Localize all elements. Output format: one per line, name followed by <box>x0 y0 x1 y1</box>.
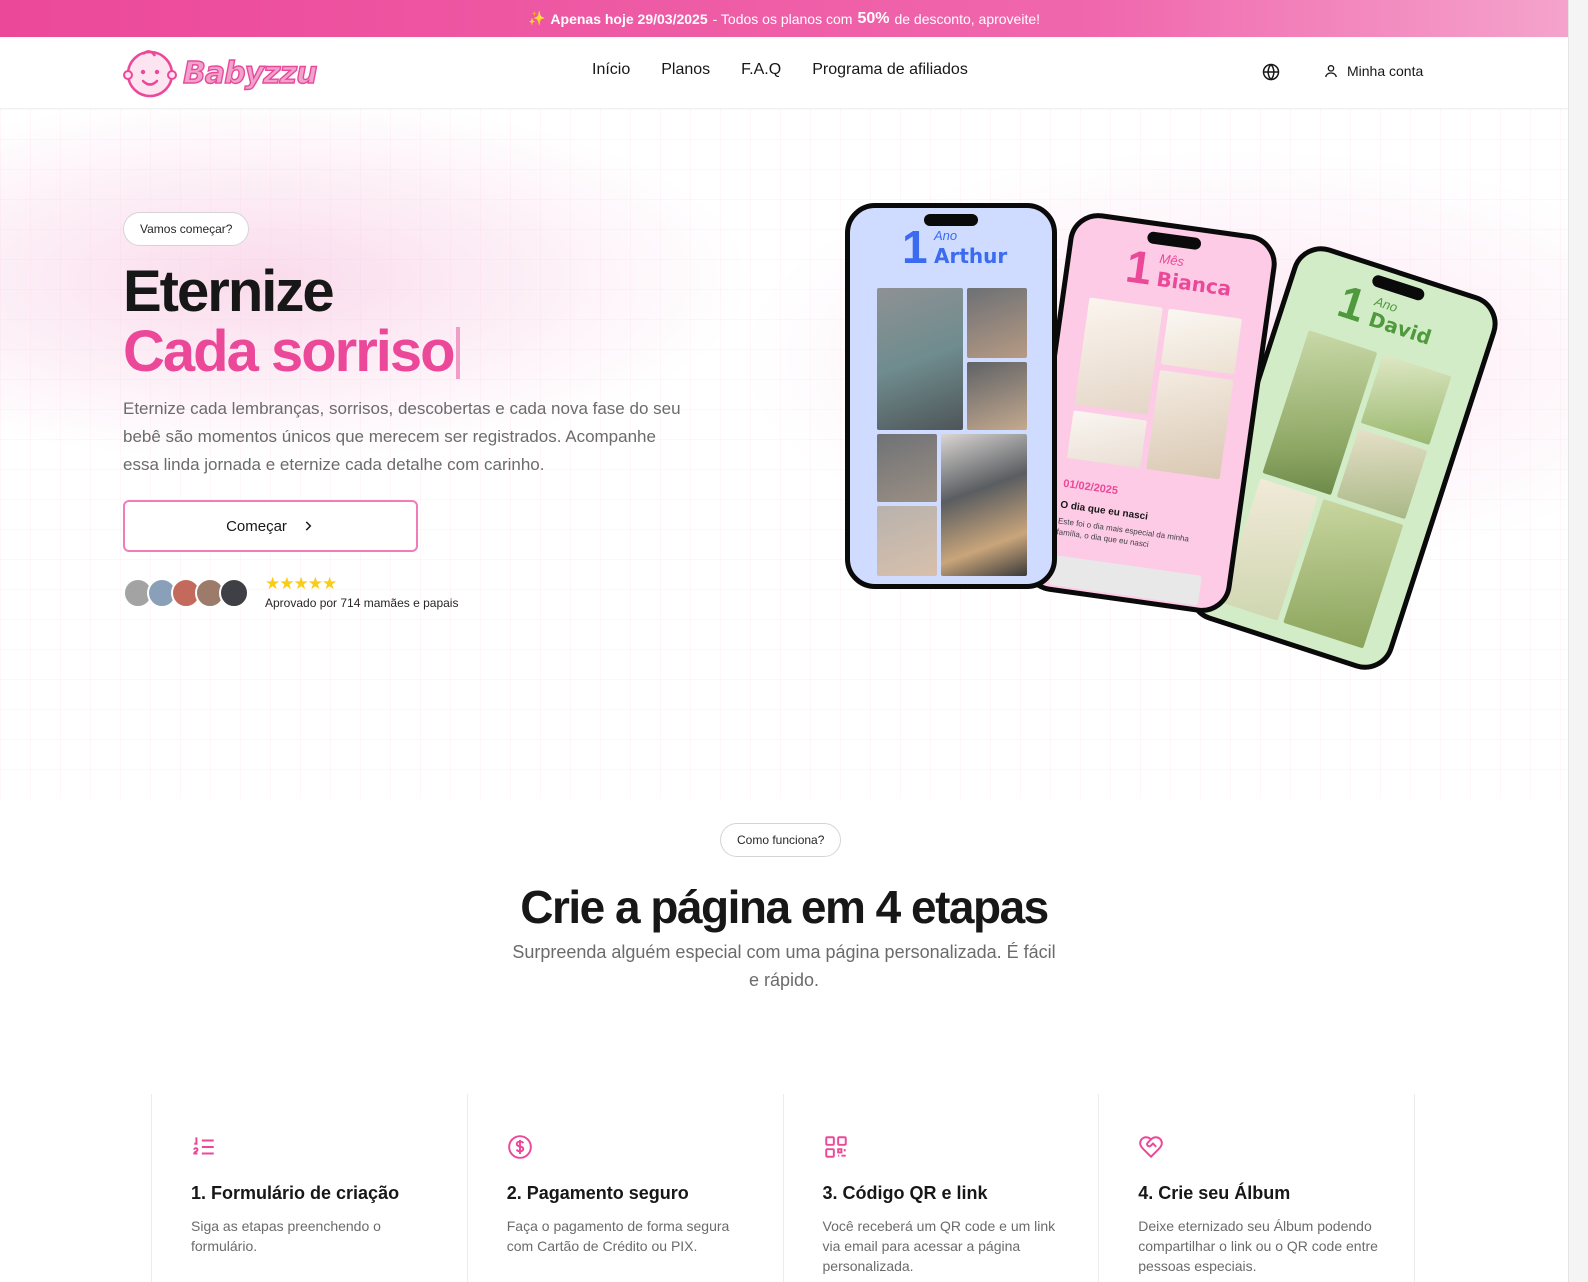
hero-title-line2: Cada sorriso <box>123 318 460 385</box>
how-title: Crie a página em 4 etapas <box>520 881 1049 933</box>
start-button-label: Começar <box>226 517 287 535</box>
promo-lead: Apenas hoje 29/03/2025 <box>550 10 708 27</box>
phone-name: Arthur <box>934 244 1008 268</box>
chevron-right-icon <box>305 521 312 531</box>
photo <box>941 434 1027 576</box>
nav-faq[interactable]: F.A.Q <box>741 61 781 79</box>
nav-inicio[interactable]: Início <box>592 61 630 79</box>
steps-grid: 1. Formulário de criação Siga as etapas … <box>151 1094 1415 1282</box>
step-card: 4. Crie seu Álbum Deixe eternizado seu Á… <box>1099 1094 1415 1282</box>
hero-title-line1: Eternize <box>123 259 335 324</box>
globe-icon[interactable] <box>1262 63 1280 81</box>
phone-name: David <box>1365 306 1435 350</box>
step-card: 1. Formulário de criação Siga as etapas … <box>152 1094 468 1282</box>
dollar-circle-icon <box>507 1135 532 1159</box>
nav-afiliados[interactable]: Programa de afiliados <box>812 61 968 79</box>
logo[interactable]: Babyzzu <box>123 48 318 98</box>
promo-discount: 50% <box>857 9 890 27</box>
qr-code-icon <box>824 1136 847 1158</box>
hero-description: Eternize cada lembranças, sorrisos, desc… <box>123 399 681 474</box>
step-text: Deixe eternizado seu Álbum podendo compa… <box>1138 1218 1378 1274</box>
start-button[interactable]: Começar <box>123 500 418 552</box>
list-ordered-icon <box>193 1137 214 1155</box>
main-nav: Início Planos F.A.Q Programa de afiliado… <box>592 61 968 79</box>
step-title: 4. Crie seu Álbum <box>1138 1183 1291 1203</box>
step-text: Siga as etapas preenchendo o formulário. <box>191 1218 381 1254</box>
typing-caret <box>455 327 460 379</box>
photo <box>1146 369 1234 480</box>
step-text: Faça o pagamento de forma segura com Car… <box>506 1218 730 1254</box>
phone-caption-text: Este foi o dia mais especial da minha fa… <box>1055 516 1190 550</box>
site-header: Babyzzu Início Planos F.A.Q Programa de … <box>0 37 1568 109</box>
photo <box>967 288 1027 358</box>
promo-banner: ✨ Apenas hoje 29/03/2025 - Todos os plan… <box>0 0 1568 37</box>
hero-title-text: Cada sorriso <box>123 319 456 384</box>
promo-text-after: de desconto, aproveite! <box>894 10 1041 27</box>
step-title: 3. Código QR e link <box>822 1183 988 1203</box>
photo <box>877 288 963 430</box>
step-card: 3. Código QR e link Você receberá um QR … <box>784 1094 1100 1282</box>
promo-text-before: - Todos os planos com <box>712 10 853 27</box>
avatar-group <box>123 578 249 608</box>
phone-date: 01/02/2025 <box>1062 477 1119 498</box>
photo <box>1336 428 1428 520</box>
phone-name: Bianca <box>1155 266 1233 301</box>
rating-stars: ★★★★★ <box>265 574 337 593</box>
phone-mockup-arthur: 1 Ano Arthur <box>845 203 1057 589</box>
phone-unit: Ano <box>934 228 958 243</box>
heart-handshake-icon <box>1139 1136 1164 1159</box>
sparkles-icon: ✨ <box>527 10 546 26</box>
user-icon <box>1325 65 1337 78</box>
phone-number: 1 <box>1122 239 1156 295</box>
phone-notch <box>1146 230 1202 251</box>
photo <box>1066 410 1147 469</box>
step-text: Você receberá um QR code e um link via e… <box>822 1218 1056 1274</box>
photo <box>877 506 937 576</box>
step-title: 1. Formulário de criação <box>191 1183 400 1203</box>
phone-notch <box>924 214 978 226</box>
phone-number: 1 <box>902 221 928 273</box>
step-card: 2. Pagamento seguro Faça o pagamento de … <box>468 1094 784 1282</box>
photo <box>1360 354 1452 446</box>
avatar <box>219 578 249 608</box>
nav-planos[interactable]: Planos <box>661 61 710 79</box>
step-title: 2. Pagamento seguro <box>506 1183 689 1203</box>
hero-badge: Vamos começar? <box>123 212 250 246</box>
photo <box>1074 297 1163 415</box>
approved-text: Aprovado por 714 mamães e papais <box>265 596 459 610</box>
how-badge: Como funciona? <box>720 823 842 857</box>
account-link[interactable]: Minha conta <box>1323 63 1423 79</box>
photo <box>1160 308 1242 375</box>
photo <box>877 434 937 502</box>
logo-text: Babyzzu <box>182 55 318 91</box>
baby-face-icon <box>123 50 177 98</box>
window-edge <box>1568 0 1588 1282</box>
account-label: Minha conta <box>1347 63 1424 79</box>
how-subtitle: Surpreenda alguém especial com uma págin… <box>512 942 1056 990</box>
photo <box>967 362 1027 430</box>
